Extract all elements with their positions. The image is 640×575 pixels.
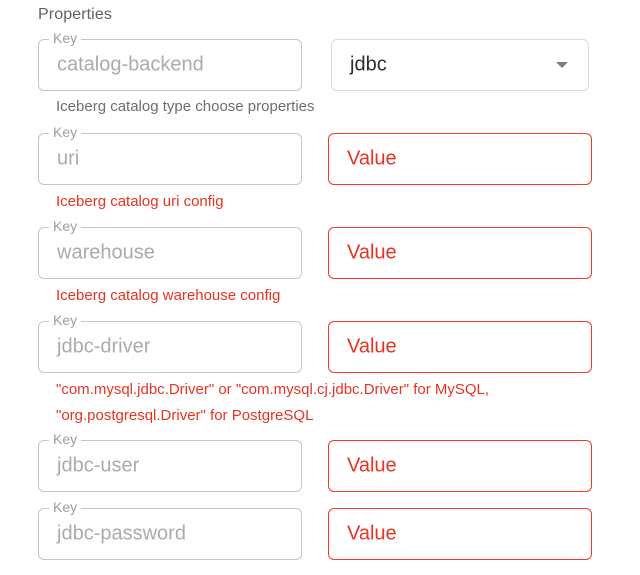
value-input-text: Value xyxy=(347,147,397,170)
key-field-jdbc-password[interactable]: Key jdbc-password xyxy=(38,498,302,560)
key-legend: Key xyxy=(49,430,82,448)
helper-text-jdbc-driver-line1: "com.mysql.jdbc.Driver" or "com.mysql.cj… xyxy=(56,381,490,398)
key-legend: Key xyxy=(49,498,82,516)
value-input-text: Value xyxy=(347,335,397,358)
key-input-text: jdbc-user xyxy=(57,454,140,477)
helper-text-jdbc-driver-line2: "org.postgresql.Driver" for PostgreSQL xyxy=(56,407,314,424)
value-field-jdbc-driver[interactable]: Value xyxy=(328,321,592,373)
value-field-warehouse[interactable]: Value xyxy=(328,227,592,279)
value-field-jdbc-user[interactable]: Value xyxy=(328,440,592,492)
helper-text-uri: Iceberg catalog uri config xyxy=(56,193,224,210)
key-field-jdbc-driver[interactable]: Key jdbc-driver xyxy=(38,311,302,373)
key-legend: Key xyxy=(49,29,82,47)
key-field-jdbc-user[interactable]: Key jdbc-user xyxy=(38,430,302,492)
helper-text-warehouse: Iceberg catalog warehouse config xyxy=(56,287,281,304)
chevron-down-icon[interactable] xyxy=(556,62,568,68)
key-legend: Key xyxy=(49,217,82,235)
key-field-uri[interactable]: Key uri xyxy=(38,123,302,185)
key-input-text: jdbc-driver xyxy=(57,335,151,358)
key-input-text: jdbc-password xyxy=(57,522,186,545)
helper-text-catalog-backend: Iceberg catalog type choose properties xyxy=(56,98,315,115)
value-input-text: Value xyxy=(347,522,397,545)
key-legend: Key xyxy=(49,311,82,329)
catalog-backend-select[interactable]: jdbc xyxy=(331,39,589,91)
select-value: jdbc xyxy=(350,53,387,76)
key-field-catalog-backend[interactable]: Key catalog-backend xyxy=(38,29,302,91)
key-field-warehouse[interactable]: Key warehouse xyxy=(38,217,302,279)
value-field-jdbc-password[interactable]: Value xyxy=(328,508,592,560)
key-input-text: uri xyxy=(57,147,80,170)
value-input-text: Value xyxy=(347,241,397,264)
value-field-uri[interactable]: Value xyxy=(328,133,592,185)
section-title: Properties xyxy=(38,6,112,23)
key-input-text: catalog-backend xyxy=(57,53,204,76)
value-input-text: Value xyxy=(347,454,397,477)
key-legend: Key xyxy=(49,123,82,141)
key-input-text: warehouse xyxy=(57,241,155,264)
